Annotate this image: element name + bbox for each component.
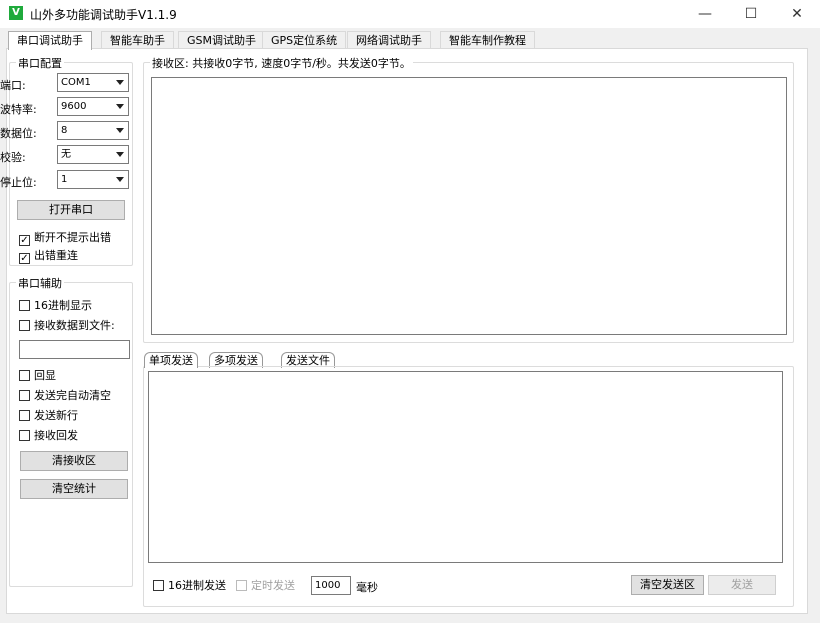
serial-assist-title: 串口辅助 (16, 275, 64, 291)
timed-send-label: 定时发送 (251, 579, 295, 592)
databits-value: 8 (61, 125, 68, 136)
port-label: 端口: (0, 79, 26, 92)
echo-checkbox[interactable]: 回显 (19, 368, 56, 383)
recv-to-file-checkbox[interactable]: 接收数据到文件: (19, 318, 115, 333)
port-select[interactable]: COM1 (57, 73, 129, 92)
echo-label: 回显 (34, 369, 56, 382)
receive-status: 接收区: 共接收0字节, 速度0字节/秒。共发送0字节。 (150, 55, 413, 71)
clear-send-button[interactable]: 清空发送区 (631, 575, 704, 595)
app-icon: V (9, 6, 23, 20)
baud-label: 波特率: (0, 103, 37, 116)
tab-gsm-debug[interactable]: GSM调试助手 (178, 31, 265, 49)
interval-input[interactable]: 1000 (311, 576, 351, 595)
checkbox-box (236, 580, 247, 591)
checkbox-box: ✓ (19, 235, 30, 246)
hex-display-label: 16进制显示 (34, 299, 92, 312)
recv-reply-label: 接收回发 (34, 429, 78, 442)
minimize-button[interactable]: — (682, 0, 728, 28)
databits-label: 数据位: (0, 127, 37, 140)
baud-select[interactable]: 9600 (57, 97, 129, 116)
tab-network-debug[interactable]: 网络调试助手 (347, 31, 431, 49)
tab-smartcar-tutorial[interactable]: 智能车制作教程 (440, 31, 535, 49)
parity-value: 无 (61, 149, 71, 160)
chevron-down-icon (116, 177, 124, 182)
no-error-prompt-checkbox[interactable]: ✓ 断开不提示出错 (19, 230, 111, 246)
send-newline-label: 发送新行 (34, 409, 78, 422)
close-button[interactable]: ✕ (774, 0, 820, 28)
checkbox-box (153, 580, 164, 591)
checkbox-box (19, 320, 30, 331)
checkbox-box: ✓ (19, 253, 30, 264)
clear-stats-button[interactable]: 清空统计 (20, 479, 128, 499)
stopbits-value: 1 (61, 174, 68, 185)
send-textarea[interactable] (148, 371, 783, 563)
hex-display-checkbox[interactable]: 16进制显示 (19, 298, 92, 313)
checkbox-box (19, 410, 30, 421)
chevron-down-icon (116, 80, 124, 85)
hex-send-checkbox[interactable]: 16进制发送 (153, 578, 226, 593)
send-newline-checkbox[interactable]: 发送新行 (19, 408, 78, 423)
checkbox-box (19, 300, 30, 311)
open-port-button[interactable]: 打开串口 (17, 200, 125, 220)
hex-send-label: 16进制发送 (168, 579, 226, 592)
tab-smartcar-assistant[interactable]: 智能车助手 (101, 31, 174, 49)
clear-recv-button[interactable]: 清接收区 (20, 451, 128, 471)
timed-send-checkbox[interactable]: 定时发送 (236, 578, 295, 593)
chevron-down-icon (116, 104, 124, 109)
title-bar: V 山外多功能调试助手V1.1.9 — ☐ ✕ (0, 0, 820, 28)
file-path-input[interactable] (19, 340, 130, 359)
interval-unit: 毫秒 (356, 581, 378, 594)
checkbox-box (19, 430, 30, 441)
window-title: 山外多功能调试助手V1.1.9 (30, 8, 177, 22)
recv-reply-checkbox[interactable]: 接收回发 (19, 428, 78, 443)
parity-select[interactable]: 无 (57, 145, 129, 164)
reconnect-checkbox[interactable]: ✓ 出错重连 (19, 248, 78, 264)
chevron-down-icon (116, 152, 124, 157)
reconnect-label: 出错重连 (34, 249, 78, 262)
tab-serial-debug[interactable]: 串口调试助手 (8, 31, 92, 50)
auto-clear-checkbox[interactable]: 发送完自动清空 (19, 388, 111, 403)
stopbits-label: 停止位: (0, 176, 37, 189)
serial-config-title: 串口配置 (16, 55, 64, 71)
port-value: COM1 (61, 77, 91, 88)
recv-to-file-label: 接收数据到文件: (34, 319, 115, 332)
checkbox-box (19, 370, 30, 381)
receive-textarea[interactable] (151, 77, 787, 335)
databits-select[interactable]: 8 (57, 121, 129, 140)
auto-clear-label: 发送完自动清空 (34, 389, 111, 402)
maximize-button[interactable]: ☐ (728, 0, 774, 28)
send-button[interactable]: 发送 (708, 575, 776, 595)
baud-value: 9600 (61, 101, 87, 112)
parity-label: 校验: (0, 151, 26, 164)
tab-gps-system[interactable]: GPS定位系统 (262, 31, 347, 49)
checkbox-box (19, 390, 30, 401)
subtab-single-send[interactable]: 单项发送 (144, 352, 198, 368)
chevron-down-icon (116, 128, 124, 133)
no-error-prompt-label: 断开不提示出错 (34, 231, 111, 244)
stopbits-select[interactable]: 1 (57, 170, 129, 189)
